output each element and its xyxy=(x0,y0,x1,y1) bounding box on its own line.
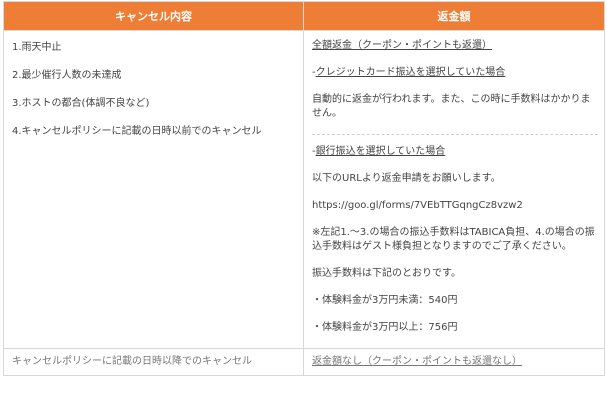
refund-form-url[interactable]: https://goo.gl/forms/7VEbTTGqngCz8vzw2 xyxy=(312,199,598,213)
fee-under-30000: ・体験料金が3万円未満：540円 xyxy=(312,295,458,306)
table-row: 1.雨天中止 2.最少催行人数の未達成 3.ホストの都合(体調不良など) 4.キ… xyxy=(3,30,605,349)
bank-transfer-title: 銀行振込を選択していた場合 xyxy=(315,146,446,157)
refund-details-cell: 全額返金（クーポン・ポイントも返還） -クレジットカード振込を選択していた場合 … xyxy=(303,30,605,349)
late-cancel-reason: キャンセルポリシーに記載の日時以降でのキャンセル xyxy=(3,348,304,376)
table-row: キャンセルポリシーに記載の日時以降でのキャンセル 返金額なし（クーポン・ポイント… xyxy=(3,348,605,376)
cancel-reason-1: 1.雨天中止 xyxy=(12,42,62,53)
fee-over-30000: ・体験料金が3万円以上：756円 xyxy=(312,322,458,333)
header-refund-amount: 返金額 xyxy=(303,1,605,31)
full-refund-text: 全額返金（クーポン・ポイントも返還） xyxy=(312,40,492,51)
credit-card-heading: -クレジットカード振込を選択していた場合 xyxy=(312,67,506,78)
header-cancel-content: キャンセル内容 xyxy=(3,1,304,31)
fee-intro: 振込手数料は下記のとおりです。 xyxy=(312,268,461,279)
cancel-reason-3: 3.ホストの都合(体調不良など) xyxy=(12,98,150,109)
cancel-reasons-cell: 1.雨天中止 2.最少催行人数の未達成 3.ホストの都合(体調不良など) 4.キ… xyxy=(3,30,304,349)
bank-transfer-heading: -銀行振込を選択していた場合 xyxy=(312,146,446,157)
cancel-policy-container: キャンセル内容 返金額 1.雨天中止 2.最少催行人数の未達成 3.ホストの都合… xyxy=(3,1,605,409)
table-header-row: キャンセル内容 返金額 xyxy=(3,1,605,31)
bank-transfer-description: 以下のURLより返金申請をお願いします。 xyxy=(312,173,501,184)
fee-note: ※左記1.〜3.の場合の振込手数料はTABICA負担、4.の場合の振込手数料はゲ… xyxy=(312,227,595,252)
cancel-reason-4: 4.キャンセルポリシーに記載の日時以前でのキャンセル xyxy=(12,126,262,137)
credit-card-description: 自動的に返金が行われます。また、この時に手数料はかかりません。 xyxy=(312,94,591,119)
dashed-divider xyxy=(312,134,598,135)
cancel-policy-table: キャンセル内容 返金額 1.雨天中止 2.最少催行人数の未達成 3.ホストの都合… xyxy=(3,1,605,376)
cancel-reason-2: 2.最少催行人数の未達成 xyxy=(12,70,122,81)
credit-card-title: クレジットカード振込を選択していた場合 xyxy=(315,67,506,78)
no-refund-label: 返金額なし（クーポン・ポイントも返還なし） xyxy=(312,356,522,367)
no-refund-text: 返金額なし（クーポン・ポイントも返還なし） xyxy=(303,348,605,376)
